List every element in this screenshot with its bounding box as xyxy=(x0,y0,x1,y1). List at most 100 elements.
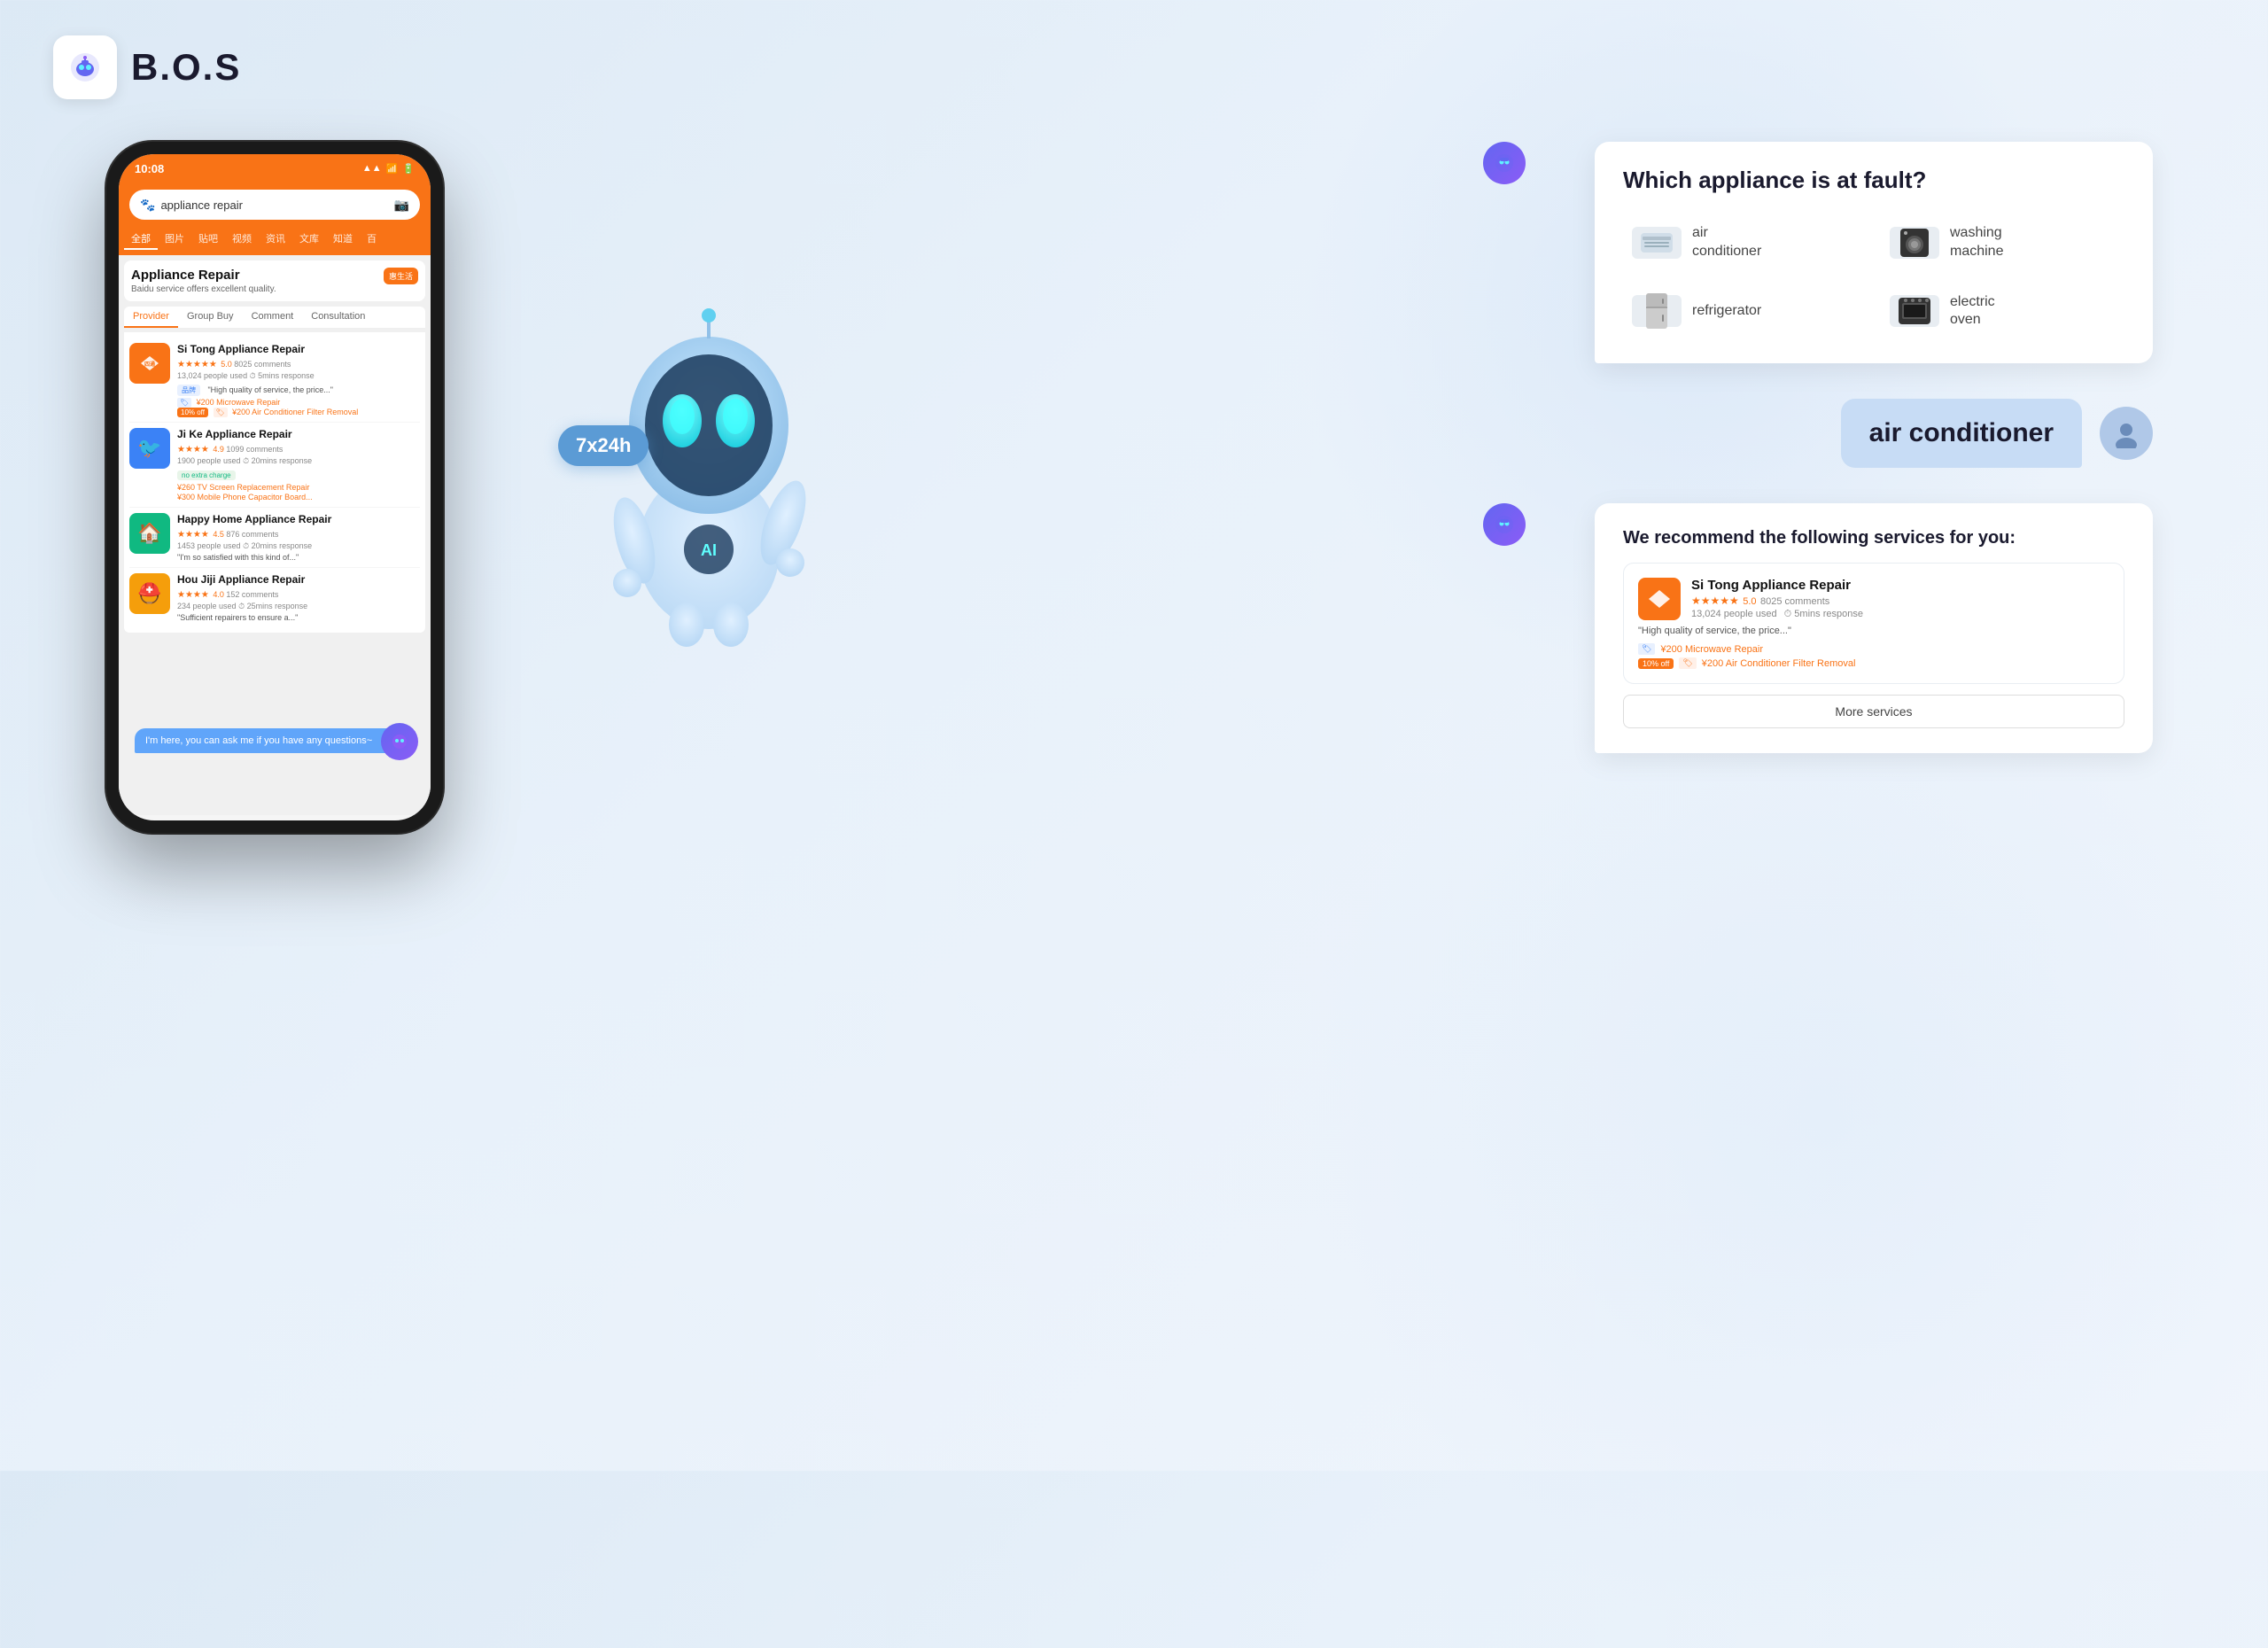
nav-tab-video[interactable]: 视频 xyxy=(225,229,259,250)
nav-tab-tieba[interactable]: 贴吧 xyxy=(191,229,225,250)
jike-logo: 🐦 xyxy=(129,428,170,469)
user-avatar xyxy=(2100,407,2153,460)
electric-oven-icon xyxy=(1890,295,1939,327)
jike-stars: ★★★★ xyxy=(177,445,209,455)
bot-avatar-rec-svg xyxy=(1492,512,1517,537)
air-conditioner-label: airconditioner xyxy=(1692,224,1761,261)
phone-frame: 10:08 ▲▲ 📶 🔋 🐾 appliance repair 📷 全部 图片 xyxy=(106,142,443,833)
air-conditioner-icon xyxy=(1632,227,1682,259)
rec-sitong-info: Si Tong Appliance Repair ★★★★★ 5.0 8025 … xyxy=(1691,578,2109,620)
service-item-sitong[interactable]: 四通 Si Tong Appliance Repair ★★★★★ 5.0 80… xyxy=(129,338,420,423)
sitong-rating: 5.0 xyxy=(221,360,234,369)
bot-question-bubble: Which appliance is at fault? airconditio… xyxy=(1595,142,2153,363)
sub-nav-consultation[interactable]: Consultation xyxy=(302,307,374,328)
ai-bubble-phone: I'm here, you can ask me if you have any… xyxy=(135,728,415,753)
rec-sitong-quote: "High quality of service, the price..." xyxy=(1638,626,2109,636)
rec-service-card-sitong[interactable]: Si Tong Appliance Repair ★★★★★ 5.0 8025 … xyxy=(1623,563,2124,684)
search-input-box[interactable]: 🐾 appliance repair 📷 xyxy=(129,190,420,220)
happy-info: Happy Home Appliance Repair ★★★★ 4.5 876… xyxy=(177,513,420,562)
appliance-electric-oven[interactable]: electricoven xyxy=(1881,284,2124,339)
jike-logo-icon: 🐦 xyxy=(137,437,161,460)
sitong-stars: ★★★★★ xyxy=(177,360,217,369)
appliance-washing-machine[interactable]: washingmachine xyxy=(1881,215,2124,270)
logo-text: B.O.S xyxy=(131,46,241,89)
appliance-air-conditioner[interactable]: airconditioner xyxy=(1623,215,1867,270)
rec-discount-badge: 10% off xyxy=(1638,658,1674,669)
rec-bubble-wrapper: We recommend the following services for … xyxy=(1533,503,2153,753)
logo-icon xyxy=(53,35,117,99)
sitong-quote: "High quality of service, the price..." xyxy=(207,385,332,394)
service-item-houjiji[interactable]: ⛑️ Hou Jiji Appliance Repair ★★★★ 4.0 15… xyxy=(129,568,420,627)
sitong-price2: 10% off 🏷 ¥200 Air Conditioner Filter Re… xyxy=(177,408,420,416)
rec-price-2: 10% off 🏷 ¥200 Air Conditioner Filter Re… xyxy=(1638,657,2109,669)
nav-tab-zhidao[interactable]: 知道 xyxy=(326,229,360,250)
signal-icon: ▲▲ xyxy=(362,163,382,174)
appliance-refrigerator[interactable]: refrigerator xyxy=(1623,284,1867,339)
sitong-response: ⏱ 5mins response xyxy=(250,371,315,380)
nav-tab-all[interactable]: 全部 xyxy=(124,229,158,250)
fridge-svg xyxy=(1644,292,1669,330)
status-time: 10:08 xyxy=(135,162,164,175)
sub-nav-group-buy[interactable]: Group Buy xyxy=(178,307,243,328)
refrigerator-label: refrigerator xyxy=(1692,302,1761,321)
rec-sitong-name: Si Tong Appliance Repair xyxy=(1691,578,2109,593)
houjiji-quote: "Sufficient repairers to ensure a..." xyxy=(177,613,420,622)
bot-avatar-svg xyxy=(1492,151,1517,175)
houjiji-info: Hou Jiji Appliance Repair ★★★★ 4.0 152 c… xyxy=(177,573,420,622)
robot-svg: AI xyxy=(585,284,833,656)
rec-logo-svg xyxy=(1645,585,1674,613)
sub-nav-provider[interactable]: Provider xyxy=(124,307,178,328)
rec-sitong-prices: 🏷 ¥200 Microwave Repair 10% off 🏷 ¥200 A… xyxy=(1638,643,2109,669)
wifi-icon: 📶 xyxy=(386,163,399,175)
rec-sitong-meta: 13,024 people used ⏱ 5mins response xyxy=(1691,609,2109,620)
user-reply-text: air conditioner xyxy=(1841,399,2082,468)
bot-avatar-rec xyxy=(1483,503,1526,546)
rec-sitong-response: ⏱ 5mins response xyxy=(1784,609,1863,620)
robot-container: 7x24h xyxy=(532,266,886,709)
refrigerator-icon xyxy=(1632,295,1682,327)
happy-logo-icon: 🏠 xyxy=(137,522,161,545)
rec-price2-icon: 🏷 xyxy=(1679,657,1696,669)
rec-sitong-logo xyxy=(1638,578,1681,620)
ac-svg xyxy=(1639,231,1674,254)
sitong-discount-badge: 10% off xyxy=(177,408,208,417)
jike-price2: ¥300 Mobile Phone Capacitor Board... xyxy=(177,493,420,501)
happy-meta: 1453 people used ⏱ 20mins response xyxy=(177,541,420,551)
service-item-jike[interactable]: 🐦 Ji Ke Appliance Repair ★★★★ 4.9 1099 c… xyxy=(129,423,420,508)
sitong-badge: 品牌 xyxy=(177,385,200,396)
question-bubble-wrapper: Which appliance is at fault? airconditio… xyxy=(1533,142,2153,363)
badge-text: 惠生活 xyxy=(389,270,413,282)
rec-price1-icon: 🏷 xyxy=(1638,643,1655,655)
nav-tab-news[interactable]: 资讯 xyxy=(259,229,292,250)
logo-svg xyxy=(66,48,105,87)
happy-logo: 🏠 xyxy=(129,513,170,554)
electric-oven-label: electricoven xyxy=(1950,293,1995,330)
rec-sitong-people: 13,024 people used xyxy=(1691,609,1777,620)
ai-avatar-phone xyxy=(381,723,418,760)
service-item-happy[interactable]: 🏠 Happy Home Appliance Repair ★★★★ 4.5 8… xyxy=(129,508,420,568)
jike-response: ⏱ 20mins response xyxy=(243,456,312,465)
top-card: Appliance Repair Baidu service offers ex… xyxy=(124,260,425,301)
search-bar[interactable]: 🐾 appliance repair 📷 xyxy=(119,183,431,229)
nav-tab-more[interactable]: 百 xyxy=(360,229,384,250)
more-services-button[interactable]: More services xyxy=(1623,695,2124,728)
status-icons: ▲▲ 📶 🔋 xyxy=(362,163,415,175)
houjiji-people: 234 people used xyxy=(177,602,237,610)
top-card-badge: 惠生活 xyxy=(384,268,418,284)
sitong-info: Si Tong Appliance Repair ★★★★★ 5.0 8025 … xyxy=(177,343,420,416)
top-card-title: Appliance Repair xyxy=(131,268,276,283)
happy-stars: ★★★★ xyxy=(177,530,209,540)
jike-meta: 1900 people used ⏱ 20mins response xyxy=(177,456,420,466)
sub-nav-comment[interactable]: Comment xyxy=(243,307,303,328)
sitong-logo: 四通 xyxy=(129,343,170,384)
oven-svg xyxy=(1897,296,1932,326)
nav-tab-images[interactable]: 图片 xyxy=(158,229,191,250)
houjiji-stars: ★★★★ xyxy=(177,590,209,600)
jike-price1: ¥260 TV Screen Replacement Repair xyxy=(177,483,420,492)
user-reply-bubble-wrapper: air conditioner xyxy=(1533,399,2153,468)
jike-info: Ji Ke Appliance Repair ★★★★ 4.9 1099 com… xyxy=(177,428,420,501)
nav-tab-library[interactable]: 文库 xyxy=(292,229,326,250)
happy-people: 1453 people used xyxy=(177,541,241,550)
camera-icon[interactable]: 📷 xyxy=(394,198,409,213)
happy-response: ⏱ 20mins response xyxy=(243,541,312,550)
